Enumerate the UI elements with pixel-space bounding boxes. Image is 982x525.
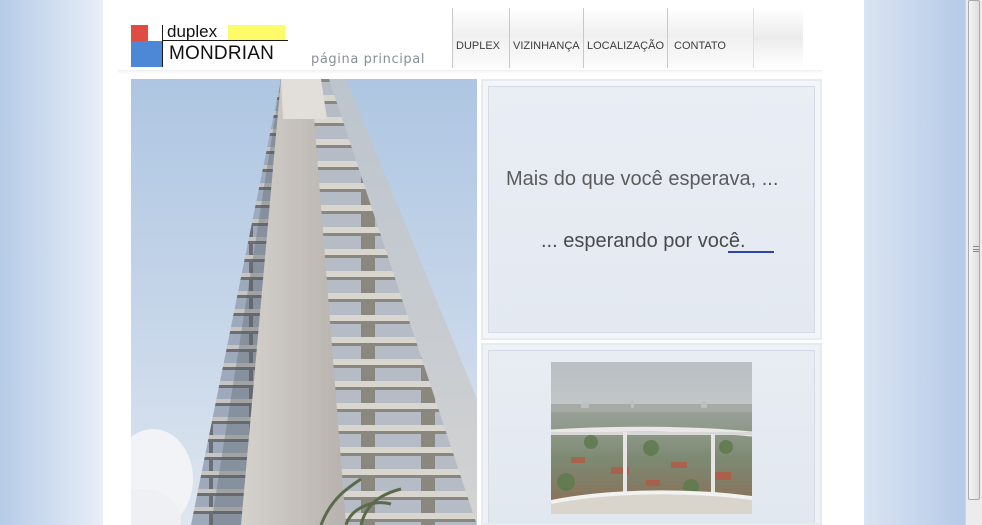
nav-item-label: LOCALIZAÇÃO: [587, 40, 665, 52]
nav-item-label: DUPLEX: [456, 40, 501, 52]
balcony-view-illustration: [551, 362, 752, 514]
tagline-panel: Mais do que você esperava, ... ... esper…: [481, 79, 822, 340]
nav-item-contato[interactable]: CONTATO: [667, 8, 753, 68]
tagline-line-1: Mais do que você esperava, ...: [506, 168, 779, 190]
vertical-scrollbar[interactable]: [965, 0, 982, 525]
header: duplex MONDRIAN página principal DUPLEX …: [118, 8, 822, 74]
nav-item-label: VIZINHANÇA: [513, 40, 580, 52]
tagline-underline: [728, 251, 774, 253]
logo-blue-block: [131, 41, 162, 67]
logo-text-mondrian: MONDRIAN: [169, 43, 275, 64]
building-illustration: [131, 79, 477, 525]
logo-red-block: [131, 25, 148, 41]
tagline-line-2: ... esperando por você.: [541, 230, 746, 252]
main-nav: DUPLEX VIZINHANÇA LOCALIZAÇÃO CONTATO: [452, 8, 822, 72]
nav-item-duplex[interactable]: DUPLEX: [452, 8, 509, 68]
nav-item-vizinhanca[interactable]: VIZINHANÇA: [509, 8, 583, 68]
nav-item-localizacao[interactable]: LOCALIZAÇÃO: [583, 8, 667, 68]
logo-yellow-block: [228, 25, 285, 40]
nav-item-label: CONTATO: [674, 40, 726, 52]
page-title: página principal: [311, 52, 426, 67]
scrollbar-thumb[interactable]: [968, 0, 980, 500]
logo-vertical-line: [162, 25, 163, 67]
building-photo: [131, 79, 477, 525]
page-container: duplex MONDRIAN página principal DUPLEX …: [118, 8, 822, 525]
scrollbar-grip-icon: [973, 246, 979, 252]
view-photo-panel: [481, 343, 822, 525]
balcony-view-photo[interactable]: [551, 362, 752, 514]
logo-text-duplex: duplex: [167, 22, 218, 41]
nav-spacer: [753, 8, 803, 68]
tagline-panel-inner: [488, 86, 815, 333]
header-divider: [118, 70, 822, 74]
